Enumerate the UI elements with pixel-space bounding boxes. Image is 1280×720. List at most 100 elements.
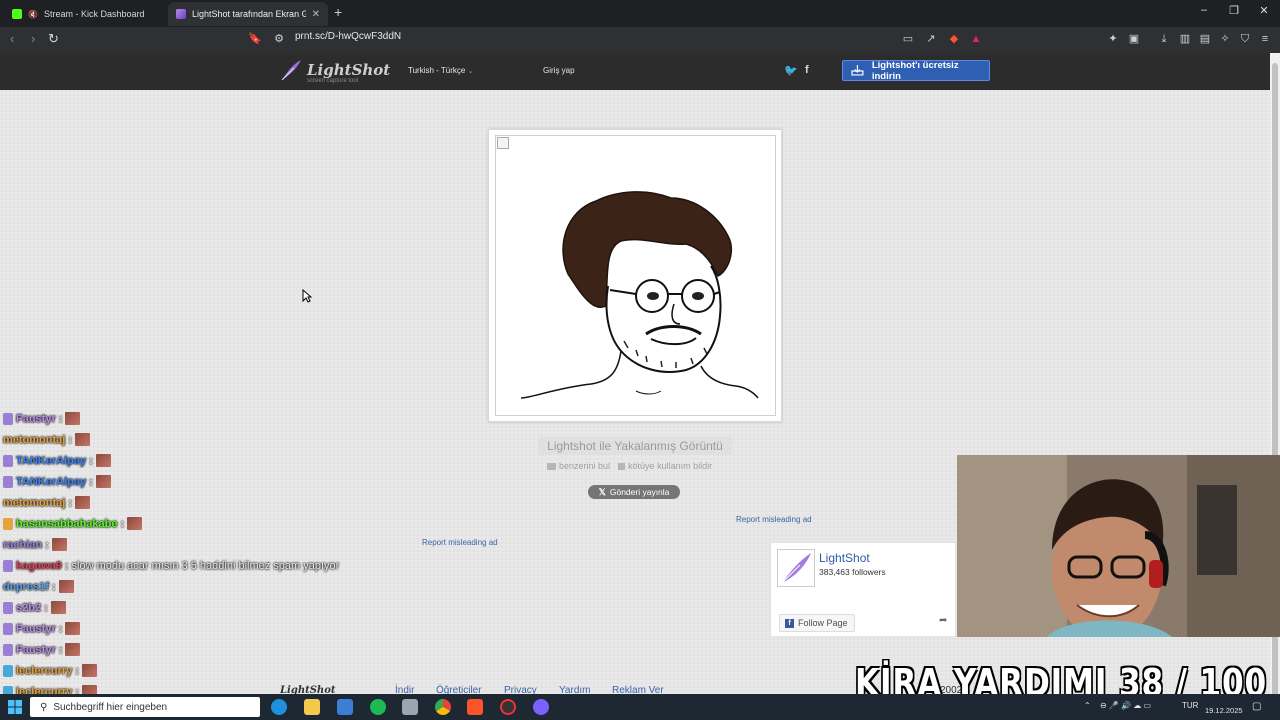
lightshot-logo[interactable]: LightShot screen capture tool — [279, 58, 390, 84]
facebook-icon[interactable]: f — [805, 64, 809, 76]
fb-page-avatar[interactable] — [777, 549, 815, 587]
webcam-overlay — [957, 455, 1280, 637]
taskbar-date[interactable]: 19.12.2025 — [1205, 706, 1243, 715]
minimize-button[interactable]: – — [1192, 4, 1216, 16]
back-button[interactable]: ‹ — [10, 31, 14, 46]
webcam-feed — [957, 455, 1280, 637]
download-icon[interactable]: ⤓ — [1158, 33, 1170, 45]
new-tab-button[interactable]: + — [334, 4, 342, 20]
chat-message: TANKerAlpay: — [3, 471, 403, 492]
lightshot-header: LightShot screen capture tool Turkish - … — [0, 53, 1270, 90]
leo-ai-icon[interactable]: ✧ — [1219, 33, 1231, 45]
menu-icon[interactable]: ≡ — [1259, 33, 1271, 45]
extensions-icon[interactable]: ✦ — [1107, 33, 1119, 45]
facebook-icon: f — [785, 618, 794, 628]
tab-kick-dashboard[interactable]: 🔇 Stream - Kick Dashboard — [4, 2, 166, 26]
logo-subtitle: screen capture tool — [307, 78, 359, 84]
chat-username: hasansabbahakabe — [16, 517, 118, 530]
forward-button[interactable]: › — [31, 31, 35, 46]
chat-emote-icon — [50, 601, 66, 614]
chat-username: kagawa9 — [16, 559, 62, 572]
restore-button[interactable]: ❐ — [1222, 4, 1246, 17]
chat-message: hasansabbahakabe: — [3, 513, 403, 534]
reload-button[interactable]: ↻ — [48, 31, 59, 47]
file-explorer-icon[interactable] — [304, 699, 320, 715]
screenshot-image[interactable] — [495, 135, 776, 416]
chat-message: leclercurry: — [3, 660, 403, 681]
wallet-icon[interactable]: ▤ — [1199, 33, 1211, 45]
chat-badge-icon — [3, 412, 13, 425]
report-ad-link-right[interactable]: Report misleading ad — [736, 515, 812, 524]
login-link[interactable]: Giriş yap — [543, 66, 575, 75]
download-lightshot-button[interactable]: Lightshot'ı ücretsiz indirin — [842, 60, 990, 82]
chat-emote-icon — [51, 538, 67, 551]
browser-tab-bar: 🔇 Stream - Kick Dashboard LightShot tara… — [0, 0, 1280, 27]
find-similar-link[interactable]: benzerini bul — [547, 461, 610, 471]
camera-icon — [547, 463, 556, 470]
chat-username: TANKerAlpay — [16, 454, 87, 467]
chat-emote-icon — [95, 454, 111, 467]
report-abuse-link[interactable]: kötüye kullanım bildir — [618, 461, 712, 471]
taskbar-search-input[interactable]: ⚲ Suchbegriff hier eingeben — [30, 697, 260, 717]
chat-emote-icon — [81, 664, 97, 677]
chat-emote-icon — [75, 433, 91, 446]
edge-icon[interactable] — [271, 699, 287, 715]
brave-shields-icon[interactable]: ◆ — [948, 33, 960, 45]
language-select[interactable]: Turkish - Türkçe ⌄ — [408, 66, 473, 75]
brave-rewards-icon[interactable]: ▲ — [970, 33, 982, 45]
chat-separator: : — [58, 412, 63, 425]
tweet-button[interactable]: 𝕏 Gönderi yayınla — [588, 485, 680, 499]
mouse-cursor-icon — [302, 289, 312, 303]
chat-badge-icon — [3, 643, 13, 656]
chat-badge-icon — [3, 559, 13, 572]
calculator-icon[interactable] — [402, 699, 418, 715]
brave-icon[interactable] — [467, 699, 483, 715]
report-ad-link-left[interactable]: Report misleading ad — [422, 538, 498, 547]
fb-follow-button[interactable]: f Follow Page — [779, 614, 855, 632]
chat-message: depres1f: — [3, 576, 403, 597]
input-language[interactable]: TUR — [1182, 701, 1198, 710]
chat-message: TANKerAlpay: — [3, 450, 403, 471]
chat-emote-icon — [75, 496, 91, 509]
tray-chevron-up-icon[interactable]: ⌃ — [1084, 701, 1091, 710]
site-info-icon[interactable]: ⚙ — [273, 33, 285, 45]
chat-badge-icon — [3, 601, 13, 614]
bookmark-icon[interactable]: 🔖 — [248, 33, 262, 45]
vpn-icon[interactable]: ⛉ — [1239, 33, 1251, 45]
notification-icon[interactable]: ▢ — [1252, 701, 1261, 712]
tray-icons[interactable]: ⊖ 🎤 🔊 ☁ ▭ — [1100, 701, 1151, 710]
chat-separator: : — [58, 622, 63, 635]
close-tab-icon[interactable]: ✕ — [312, 9, 320, 20]
close-window-button[interactable]: ✕ — [1252, 4, 1276, 17]
chat-emote-icon — [95, 475, 111, 488]
obs-icon[interactable] — [500, 699, 516, 715]
flag-icon — [618, 463, 626, 470]
tweet-button-label: Gönderi yayınla — [609, 487, 670, 497]
store-icon[interactable] — [337, 699, 353, 715]
chat-message: metomontaj: — [3, 492, 403, 513]
tab-title: LightShot tarafından Ekran Görü — [192, 9, 306, 19]
tab-lightshot[interactable]: LightShot tarafından Ekran Görü ✕ — [168, 2, 328, 26]
chat-message: Faustyr: — [3, 408, 403, 429]
chat-username: TANKerAlpay — [16, 475, 87, 488]
chat-emote-icon — [65, 622, 81, 635]
fb-follow-label: Follow Page — [798, 618, 848, 628]
share-icon[interactable]: ↗ — [925, 33, 937, 45]
reading-list-icon[interactable]: ▥ — [1179, 33, 1191, 45]
chat-separator: : — [58, 643, 63, 656]
address-bar-url[interactable]: prnt.sc/D-hwQcwF3ddN — [295, 31, 401, 42]
cast-icon[interactable]: ▭ — [902, 33, 914, 45]
app-icon[interactable] — [533, 699, 549, 715]
windows-taskbar: ⚲ Suchbegriff hier eingeben ⌃ ⊖ 🎤 🔊 ☁ ▭ … — [0, 694, 1280, 720]
chat-emote-icon — [65, 643, 81, 656]
twitter-icon[interactable]: 🐦 — [784, 64, 798, 77]
fb-page-name[interactable]: LightShot — [819, 551, 870, 565]
spotify-icon[interactable] — [370, 699, 386, 715]
sidebar-icon[interactable]: ▣ — [1128, 33, 1140, 45]
windows-start-icon[interactable] — [8, 700, 22, 714]
chat-username: s2b2 — [16, 601, 42, 614]
share-icon[interactable]: ➦ — [939, 615, 947, 626]
chrome-icon[interactable] — [435, 699, 451, 715]
stream-chat-overlay: Faustyr: metomontaj: TANKerAlpay: TANKerAlp… — [3, 408, 403, 720]
chat-message: Faustyr: — [3, 618, 403, 639]
